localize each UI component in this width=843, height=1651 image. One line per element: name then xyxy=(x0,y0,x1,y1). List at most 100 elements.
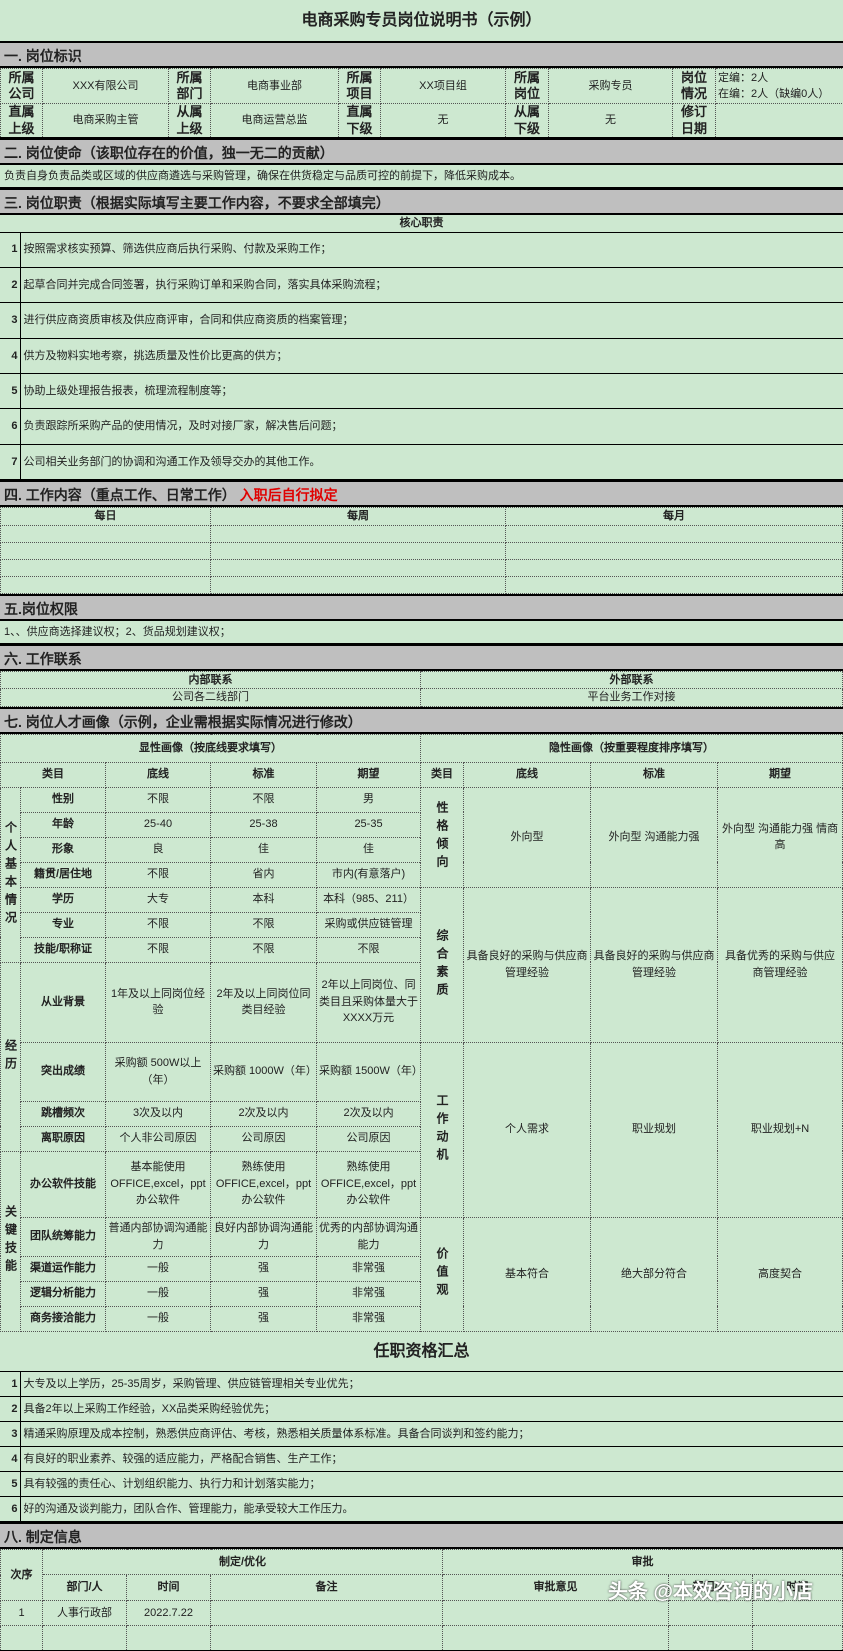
summary-text: 有良好的职业素养、较强的适应能力，严格配合销售、生产工作； xyxy=(20,1447,843,1472)
col-standard: 标准 xyxy=(211,762,317,787)
portrait-standard: 强 xyxy=(211,1281,317,1306)
portrait-standard: 25-38 xyxy=(211,812,317,837)
implicit-expected: 高度契合 xyxy=(718,1217,843,1331)
implicit-category: 工作动机 xyxy=(421,1042,464,1217)
cell[interactable] xyxy=(211,1626,443,1651)
portrait-expected: 男 xyxy=(317,787,421,812)
cell[interactable] xyxy=(506,576,843,593)
portrait-baseline: 25-40 xyxy=(106,812,211,837)
portrait-baseline: 一般 xyxy=(106,1306,211,1331)
row-time[interactable]: 2022.7.22 xyxy=(127,1601,211,1626)
cell[interactable] xyxy=(753,1626,843,1651)
duty-text: 进行供应商资质审核及供应商评审，合同和供应商资质的档案管理； xyxy=(20,303,843,338)
portrait-expected: 优秀的内部协调沟通能力 xyxy=(317,1217,421,1256)
watermark: 头条 @本效咨询的小店 xyxy=(608,1575,813,1604)
cell[interactable] xyxy=(1,1626,43,1651)
portrait-expected: 不限 xyxy=(317,937,421,962)
duty-row: 2起草合同并完成合同签署，执行采购订单和采购合同，落实具体采购流程； xyxy=(0,267,843,302)
implicit-standard: 外向型 沟通能力强 xyxy=(591,787,718,887)
summary-row: 5具有较强的责任心、计划组织能力、执行力和计划落实能力； xyxy=(0,1472,843,1497)
value-indirect-subordinate[interactable]: 无 xyxy=(549,104,673,138)
portrait-standard: 2年及以上同岗位同类目经验 xyxy=(211,962,317,1042)
value-project[interactable]: XX项目组 xyxy=(381,69,506,104)
summary-text: 好的沟通及谈判能力，团队合作、管理能力，能承受较大工作压力。 xyxy=(20,1497,843,1522)
implicit-baseline: 外向型 xyxy=(464,787,591,887)
cell[interactable] xyxy=(211,525,506,542)
duty-number: 5 xyxy=(0,374,20,409)
row-approval-time[interactable] xyxy=(753,1601,843,1626)
row-opinion[interactable] xyxy=(443,1601,669,1626)
cell[interactable] xyxy=(43,1626,127,1651)
portrait-expected: 非常强 xyxy=(317,1281,421,1306)
duty-row: 3进行供应商资质审核及供应商评审，合同和供应商资质的档案管理； xyxy=(0,303,843,338)
cell[interactable] xyxy=(211,576,506,593)
portrait-row: 团队统筹能力普通内部协调沟通能力良好内部协调沟通能力优秀的内部协调沟通能力价值观… xyxy=(1,1217,843,1256)
value-headcount[interactable]: 定编：2人在编：2人（缺编0人） xyxy=(716,69,843,104)
section-7-header: 七. 岗位人才画像（示例，企业需根据实际情况进行修改） xyxy=(0,707,843,734)
portrait-item: 技能/职称证 xyxy=(21,937,106,962)
col-weekly: 每周 xyxy=(211,508,506,526)
summary-row: 6好的沟通及谈判能力，团队合作、管理能力，能承受较大工作压力。 xyxy=(0,1497,843,1522)
col-monthly: 每月 xyxy=(506,508,843,526)
portrait-standard: 强 xyxy=(211,1306,317,1331)
section-4-note: 入职后自行拟定 xyxy=(240,487,338,503)
cell[interactable] xyxy=(506,559,843,576)
portrait-row: 突出成绩采购额 500W以上（年）采购额 1000W（年）采购额 1500W（年… xyxy=(1,1042,843,1101)
authority-text: 1、、供应商选择建议权；2、货品规划建议权； xyxy=(0,621,843,644)
portrait-standard: 不限 xyxy=(211,937,317,962)
cell[interactable] xyxy=(506,525,843,542)
row-approval-dept[interactable] xyxy=(669,1601,753,1626)
cell[interactable] xyxy=(211,542,506,559)
core-duties-header: 核心职责 xyxy=(0,215,843,232)
portrait-baseline: 不限 xyxy=(106,862,211,887)
cell[interactable] xyxy=(1,576,211,593)
row-remark[interactable] xyxy=(211,1601,443,1626)
portrait-baseline: 基本能使用OFFICE,excel，ppt办公软件 xyxy=(106,1151,211,1217)
portrait-item: 籍贯/居住地 xyxy=(21,862,106,887)
cell[interactable] xyxy=(127,1626,211,1651)
cell[interactable] xyxy=(211,559,506,576)
col-approve: 审批 xyxy=(443,1550,843,1575)
cell[interactable] xyxy=(1,525,211,542)
cell[interactable] xyxy=(1,559,211,576)
value-revision-date[interactable] xyxy=(716,104,843,138)
section-6-header: 六. 工作联系 xyxy=(0,644,843,671)
label-revision-date: 修订日期 xyxy=(673,104,716,138)
summary-number: 5 xyxy=(0,1472,20,1497)
duty-row: 5协助上级处理报告报表，梳理流程制度等； xyxy=(0,374,843,409)
row-seq: 1 xyxy=(1,1601,43,1626)
cell[interactable] xyxy=(1,542,211,559)
cell[interactable] xyxy=(669,1626,753,1651)
implicit-category: 性格倾向 xyxy=(421,787,464,887)
cell[interactable] xyxy=(443,1626,669,1651)
headcount-planned: 定编：2人 xyxy=(718,70,841,87)
portrait-baseline: 不限 xyxy=(106,937,211,962)
section-1-header: 一. 岗位标识 xyxy=(0,41,843,68)
mission-text: 负责自身负责品类或区域的供应商遴选与采购管理，确保在供货稳定与品质可控的前提下，… xyxy=(0,165,843,188)
value-indirect-superior[interactable]: 电商运营总监 xyxy=(211,104,339,138)
portrait-group-label: 个人基本情况 xyxy=(1,787,21,962)
portrait-item: 性别 xyxy=(21,787,106,812)
value-department[interactable]: 电商事业部 xyxy=(211,69,339,104)
col-seq: 次序 xyxy=(1,1550,43,1601)
value-company[interactable]: XXX有限公司 xyxy=(43,69,169,104)
portrait-baseline: 个人非公司原因 xyxy=(106,1126,211,1151)
portrait-expected: 公司原因 xyxy=(317,1126,421,1151)
col-remark: 备注 xyxy=(211,1575,443,1601)
duty-number: 7 xyxy=(0,444,20,479)
duty-text: 起草合同并完成合同签署，执行采购订单和采购合同，落实具体采购流程； xyxy=(20,267,843,302)
portrait-item: 逻辑分析能力 xyxy=(21,1281,106,1306)
portrait-item: 办公软件技能 xyxy=(21,1151,106,1217)
internal-contact-label: 内部联系 xyxy=(1,671,421,689)
external-contact-label: 外部联系 xyxy=(421,671,843,689)
portrait-standard: 2次及以内 xyxy=(211,1101,317,1126)
value-direct-subordinate[interactable]: 无 xyxy=(381,104,506,138)
value-direct-superior[interactable]: 电商采购主管 xyxy=(43,104,169,138)
label-indirect-subordinate: 从属下级 xyxy=(506,104,549,138)
implicit-expected: 职业规划+N xyxy=(718,1042,843,1217)
portrait-item: 年龄 xyxy=(21,812,106,837)
value-position[interactable]: 采购专员 xyxy=(549,69,673,104)
label-department: 所属部门 xyxy=(169,69,211,104)
cell[interactable] xyxy=(506,542,843,559)
row-dept[interactable]: 人事行政部 xyxy=(43,1601,127,1626)
